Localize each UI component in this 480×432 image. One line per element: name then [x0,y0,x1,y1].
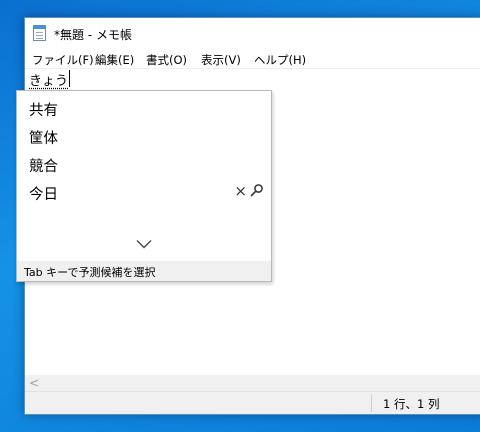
window-title: *無題 - メモ帳 [54,28,132,42]
search-icon[interactable] [250,183,264,197]
text-caret [69,70,70,87]
menu-help[interactable]: ヘルプ(H) [254,52,306,68]
close-icon[interactable]: × [234,181,247,201]
chevron-left-icon[interactable]: < [29,375,39,392]
horizontal-scrollbar[interactable]: < [25,375,480,392]
candidate-label: 今日 [29,187,58,203]
candidate-label: 競合 [29,159,58,175]
menu-view[interactable]: 表示(V) [201,52,241,68]
candidate-label: 共有 [29,103,58,119]
candidate-item[interactable]: 今日 × [17,178,271,206]
notepad-icon [33,25,46,41]
menu-file[interactable]: ファイル(F) [32,52,94,68]
title-bar[interactable]: *無題 - メモ帳 [25,18,480,48]
chevron-down-icon[interactable] [136,239,152,249]
cursor-position: 1 行、1 列 [383,397,440,411]
composing-text: きょう [29,74,69,89]
menu-bar: ファイル(F) 編集(E) 書式(O) 表示(V) ヘルプ(H) [25,48,480,69]
status-divider [371,394,372,412]
ime-candidate-window: 共有 筐体 競合 今日 × Tab キーで予測候補を選択 [16,90,272,282]
menu-format[interactable]: 書式(O) [146,52,187,68]
ime-hint-text: Tab キーで予測候補を選択 [24,266,156,279]
status-bar: 1 行、1 列 [25,391,480,414]
candidate-label: 筐体 [29,131,58,147]
menu-edit[interactable]: 編集(E) [95,52,134,68]
candidate-item[interactable]: 競合 [17,150,271,178]
ime-footer: Tab キーで予測候補を選択 [17,261,271,281]
candidate-item[interactable]: 筐体 [17,122,271,150]
candidate-item[interactable]: 共有 [17,94,271,122]
